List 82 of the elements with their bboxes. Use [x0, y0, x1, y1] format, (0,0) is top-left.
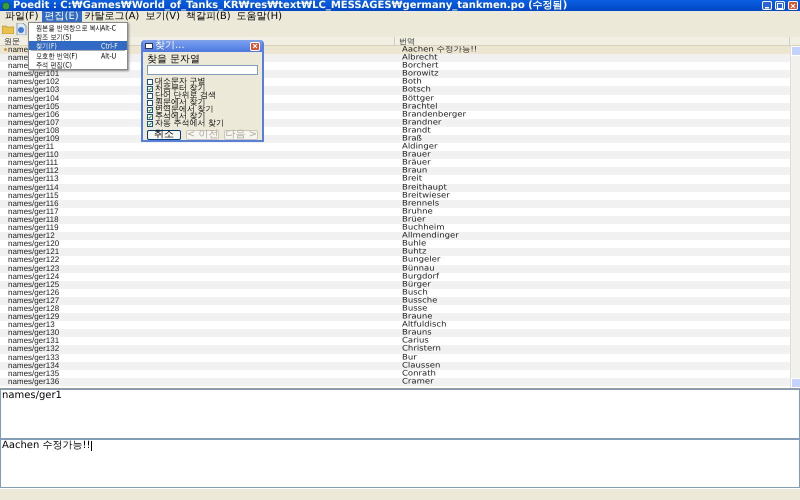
checkbox[interactable]	[147, 92, 153, 98]
menu-item[interactable]: 카탈로그(A)	[82, 11, 142, 22]
source-text: names/ger129	[8, 313, 60, 322]
source-text: names/ger112	[8, 167, 59, 176]
dialog-button[interactable]: 취소	[147, 130, 181, 140]
menu-item[interactable]: 책갈피(B)	[183, 11, 234, 22]
translation-field[interactable]: Aachen 수정가능!!	[0, 439, 800, 488]
menu-item[interactable]: 보기(V)	[142, 11, 183, 22]
option-label: 자동 주석에서 찾기	[155, 120, 224, 126]
source-text: names/ger110	[8, 151, 59, 160]
source-text: names/ger107	[8, 118, 60, 127]
source-text: names/ger104	[8, 94, 60, 103]
field-label: 찾을 문자열	[147, 54, 202, 65]
menu-item[interactable]: 도움말(H)	[234, 11, 285, 22]
option-label: 주석에서 찾기	[155, 114, 206, 120]
close-button[interactable]	[250, 42, 260, 50]
menu-item[interactable]: 편집(E)	[42, 11, 82, 22]
source-text: names/ger1	[1, 390, 62, 404]
bullet-icon	[4, 48, 7, 52]
option-label: 처음부터 찾기	[155, 86, 206, 92]
source-text: names/ger134	[8, 362, 60, 370]
source-text: names/ger118	[8, 216, 59, 224]
source-text: names/ger136	[8, 378, 60, 386]
source-text: names/ger101	[8, 70, 60, 78]
source-text: names/ger123	[8, 264, 60, 273]
checkbox[interactable]	[147, 106, 153, 112]
source-text: names/ger13	[8, 321, 55, 330]
text-cursor	[90, 441, 92, 452]
source-text: name	[8, 54, 28, 62]
menu-item[interactable]: 파일(F)	[2, 11, 42, 22]
option-label: 대소문자 구별	[155, 78, 206, 84]
source-text: name	[8, 46, 28, 54]
maximize-icon	[777, 2, 783, 8]
close-button[interactable]	[788, 1, 798, 10]
source-text: names/ger133	[8, 354, 60, 362]
close-icon	[790, 2, 796, 8]
maximize-button[interactable]	[775, 1, 785, 10]
document-icon[interactable]	[16, 23, 27, 36]
source-text: names/ger121	[8, 248, 60, 256]
source-text: names/ger114	[8, 184, 59, 192]
source-text: names/ger105	[8, 102, 60, 111]
source-text: names/ger135	[8, 370, 60, 378]
source-text: names/ger120	[8, 240, 60, 248]
source-text: names/ger103	[8, 86, 60, 95]
checkbox[interactable]	[147, 114, 153, 120]
source-text: names/ger116	[8, 200, 59, 208]
source-text: names/ger131	[8, 337, 60, 346]
source-text: names/ger119	[8, 224, 59, 232]
checkbox[interactable]	[147, 120, 153, 126]
source-text: names/ger102	[8, 78, 60, 86]
source-text: names/ger106	[8, 110, 60, 119]
source-text: names/ger125	[8, 280, 60, 289]
checkbox[interactable]	[147, 78, 153, 84]
source-text: names/ger111	[8, 159, 58, 168]
scrollbar[interactable]	[790, 46, 800, 388]
translation-text: Aachen 수정가능!!	[1, 440, 90, 454]
option-label: 단어 단위로 검색	[155, 92, 216, 98]
close-icon	[252, 43, 258, 49]
source-text: names/ger115	[8, 192, 59, 200]
source-text: names/ger11	[8, 143, 54, 152]
window-title: Poedit : C:₩Games₩World_of_Tanks_KR₩res₩text₩LC_MESSAGES₩germany_tankmen.po (수정됨)	[13, 0, 568, 11]
source-text: names/ger12	[8, 232, 55, 240]
source-text: names/ger122	[8, 256, 60, 264]
source-text: name	[8, 62, 28, 70]
checkbox[interactable]	[147, 100, 153, 106]
option-label: 원문에서 찾기	[155, 100, 206, 106]
source-text: names/ger132	[8, 345, 60, 354]
source-text: names/ger130	[8, 329, 60, 338]
checkbox[interactable]	[147, 86, 153, 92]
source-text: names/ger113	[8, 175, 59, 184]
source-text: names/ger128	[8, 304, 60, 313]
check-icon	[148, 86, 152, 90]
source-text: names/ger108	[8, 126, 60, 135]
minimize-button[interactable]	[762, 1, 772, 10]
window-icon	[145, 43, 153, 49]
source-text: names/ger117	[8, 208, 59, 216]
source-text: names/ger127	[8, 296, 60, 305]
option-label: 번역문에서 찾기	[155, 106, 214, 112]
source-text: names/ger124	[8, 272, 60, 281]
search-field[interactable]	[147, 65, 258, 75]
source-text: names/ger126	[8, 288, 60, 297]
source-text: names/ger109	[8, 135, 60, 143]
